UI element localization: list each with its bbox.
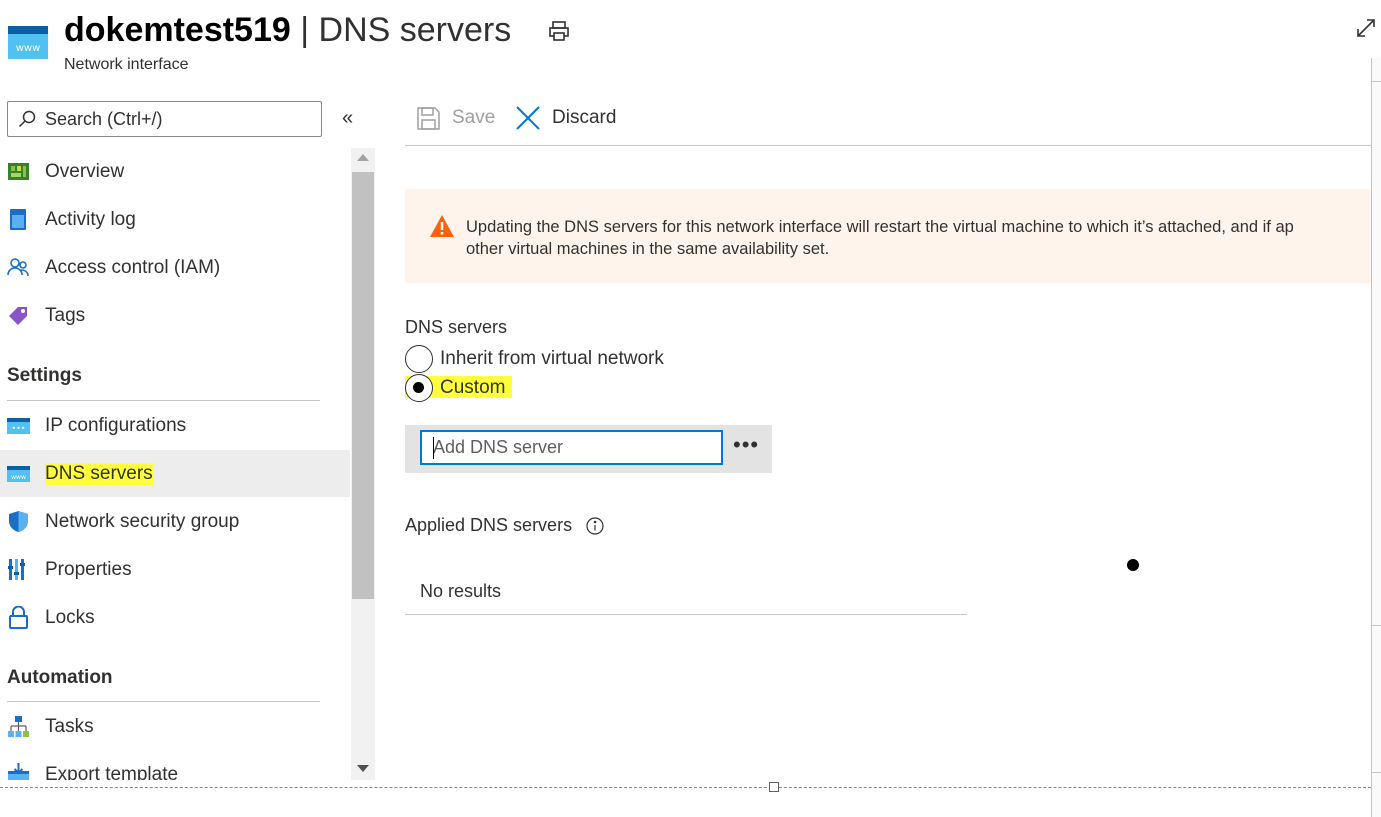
sidebar-item-label: Activity log [45,208,136,230]
ip-configurations-icon: ••• [7,414,30,437]
warning-line-1: Updating the DNS servers for this networ… [466,218,1294,236]
sidebar-item-export-template[interactable]: Export template [0,751,350,780]
radio-circle-selected[interactable] [405,374,433,402]
search-icon [18,110,36,128]
scroll-down-icon[interactable] [357,765,369,772]
sidebar-item-tags[interactable]: Tags [0,292,350,339]
applied-dns-label: Applied DNS servers [405,515,573,535]
results-divider [405,614,967,615]
dns-server-row: ••• [405,425,772,473]
lock-icon [7,606,30,629]
menu-scrollbar[interactable] [351,148,375,780]
applied-dns-heading: Applied DNS servers [405,515,604,536]
toolbar-divider [405,145,1371,146]
resize-handle[interactable] [769,782,779,792]
discard-button[interactable]: Discard [515,104,616,132]
radio-label: Custom [440,377,506,398]
shield-icon [7,510,30,533]
resource-menu: Overview Activity log Access control (IA… [0,148,350,780]
scrollbar-segment[interactable] [1372,625,1381,773]
svg-text:www: www [11,474,26,481]
nav-section-settings: Settings [7,365,82,386]
sidebar-item-label: Export template [45,763,179,781]
nav-divider [7,701,320,702]
nav-section-automation: Automation [7,667,113,688]
mouse-cursor [1127,559,1139,571]
add-dns-server-input[interactable] [420,430,723,465]
page-title: dokemtest519 | DNS servers [64,10,511,50]
warning-line-2: other virtual machines in the same avail… [466,240,830,258]
warning-message: Updating the DNS servers for this networ… [466,216,1371,260]
sidebar-item-overview[interactable]: Overview [0,148,350,195]
close-icon [516,106,540,130]
dns-servers-label: DNS servers [405,317,508,337]
scrollbar-segment[interactable] [1372,58,1381,82]
page-subtitle: Network interface [64,56,189,73]
dns-servers-icon: www [7,462,30,485]
sidebar-item-locks[interactable]: Locks [0,594,350,641]
no-results-text: No results [420,581,502,601]
tasks-icon [7,715,30,738]
sidebar-item-network-security-group[interactable]: Network security group [0,498,350,545]
print-icon[interactable] [548,20,570,42]
sidebar-item-label: DNS servers [45,462,153,485]
resource-name: dokemtest519 [64,11,291,49]
warning-banner: Updating the DNS servers for this networ… [405,189,1371,283]
svg-text:www: www [16,43,41,54]
overview-icon [7,160,30,183]
nav-divider [7,400,320,401]
radio-label: Inherit from virtual network [440,348,664,369]
activity-log-icon [7,208,30,231]
inherit-radio[interactable]: Inherit from virtual network [405,345,705,373]
sidebar-item-label: Locks [45,606,95,628]
tag-icon [7,304,30,327]
sidebar-item-label: Overview [45,160,125,182]
sidebar-item-label: Access control (IAM) [45,256,221,278]
maximize-icon[interactable] [1356,18,1376,38]
svg-text:•••: ••• [11,424,25,433]
collapse-menu-button[interactable]: « [342,108,360,128]
search-placeholder: Search (Ctrl+/) [45,108,163,129]
scrollbar-thumb[interactable] [352,172,374,599]
save-button[interactable]: Save [416,104,495,132]
more-options-button[interactable]: ••• [733,434,759,456]
sidebar-item-properties[interactable]: Properties [0,546,350,593]
save-label: Save [452,107,496,128]
sidebar-item-label: Properties [45,558,132,580]
sidebar-item-label: Tags [45,304,86,326]
title-separator: | [300,11,310,49]
sidebar-item-label: Network security group [45,510,240,532]
window-edge [0,787,1371,788]
custom-radio[interactable]: Custom [405,374,705,402]
warning-icon [430,215,454,237]
save-icon [417,106,440,130]
export-template-icon [7,763,30,780]
sidebar-item-ip-configurations[interactable]: ••• IP configurations [0,402,350,449]
info-icon[interactable] [586,516,604,535]
blade-name: DNS servers [318,11,512,49]
sidebar-item-access-control[interactable]: Access control (IAM) [0,244,350,291]
iam-icon [7,256,30,279]
sidebar-item-tasks[interactable]: Tasks [0,703,350,750]
radio-circle[interactable] [405,345,433,373]
properties-icon [7,558,30,581]
network-interface-icon: www [8,26,48,59]
sidebar-item-activity-log[interactable]: Activity log [0,196,350,243]
sidebar-item-label: IP configurations [45,414,187,436]
blade-scrollbar[interactable] [1371,58,1381,817]
sidebar-item-label: Tasks [45,715,94,737]
scroll-up-icon[interactable] [357,154,369,161]
text-caret [433,437,434,459]
discard-label: Discard [552,107,617,128]
search-input[interactable]: Search (Ctrl+/) [7,101,322,137]
sidebar-item-dns-servers[interactable]: www DNS servers [0,450,350,497]
